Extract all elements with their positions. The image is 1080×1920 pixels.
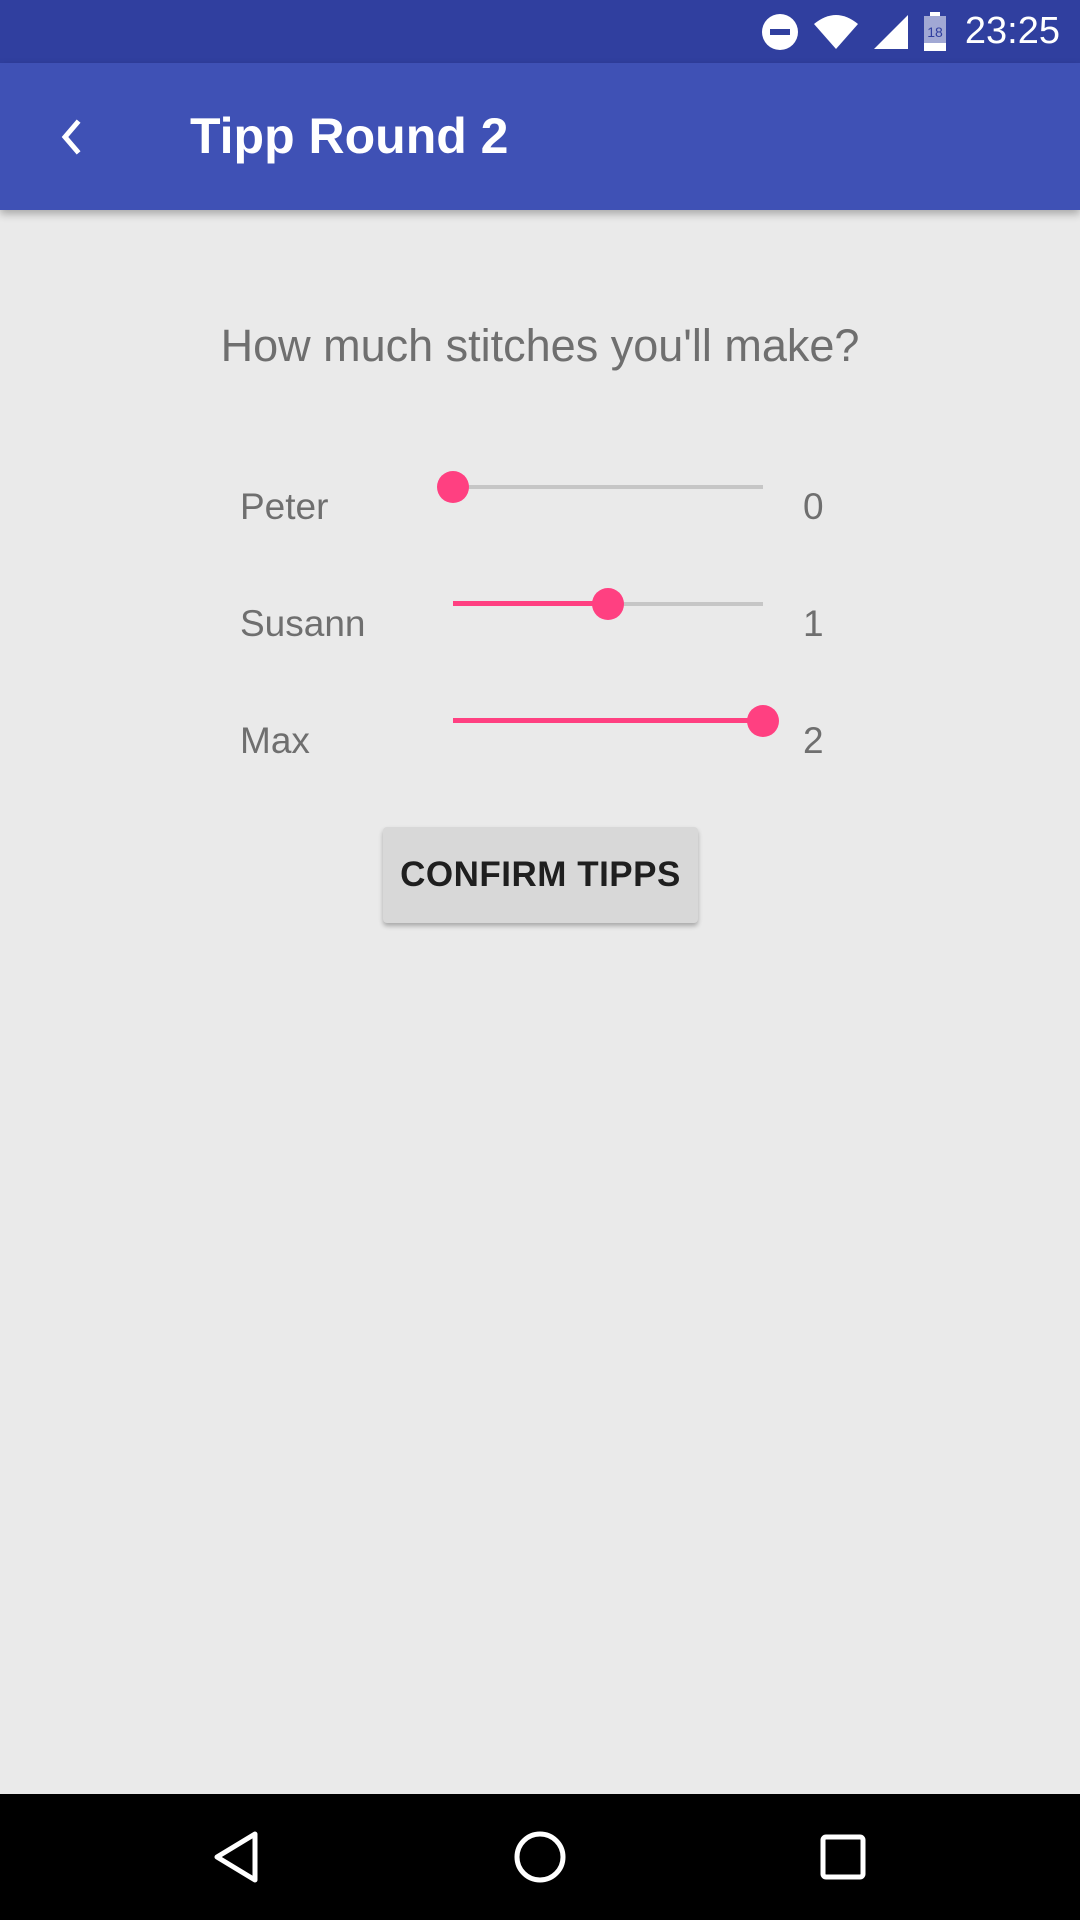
player-row-max: Max 2 <box>0 702 1080 782</box>
status-bar: 18 23:25 <box>0 0 1080 63</box>
recents-square-icon <box>820 1834 866 1880</box>
nav-recents-button[interactable] <box>808 1822 878 1892</box>
status-icons: 18 23:25 <box>761 0 1060 63</box>
slider-fill <box>453 601 608 606</box>
home-circle-icon <box>514 1831 566 1883</box>
slider-thumb[interactable] <box>592 588 624 620</box>
page-title: Tipp Round 2 <box>190 108 509 164</box>
tipp-slider-susann[interactable] <box>453 585 763 625</box>
wifi-icon <box>813 14 858 49</box>
tipp-slider-max[interactable] <box>453 702 779 742</box>
player-name: Susann <box>240 603 366 644</box>
navigation-bar <box>0 1794 1080 1920</box>
tipp-slider-peter[interactable] <box>437 468 763 508</box>
nav-home-button[interactable] <box>505 1822 575 1892</box>
status-time: 23:25 <box>964 10 1060 52</box>
player-row-peter: Peter 0 <box>0 468 1080 548</box>
slider-track <box>453 485 763 489</box>
battery-icon: 18 <box>923 11 946 51</box>
player-value: 0 <box>803 486 824 527</box>
player-row-susann: Susann 1 <box>0 585 1080 665</box>
slider-fill <box>453 718 763 723</box>
confirm-tipps-button[interactable]: CONFIRM TIPPS <box>383 827 698 923</box>
cell-signal-icon <box>873 14 908 49</box>
player-name: Peter <box>240 486 329 527</box>
do-not-disturb-icon <box>761 13 798 50</box>
back-button[interactable] <box>40 105 104 169</box>
nav-back-button[interactable] <box>201 1822 271 1892</box>
back-chevron-icon <box>61 119 81 155</box>
app-bar: Tipp Round 2 <box>0 63 1080 210</box>
back-triangle-icon <box>214 1831 258 1883</box>
player-value: 2 <box>803 720 824 761</box>
main-content: How much stitches you'll make? Peter 0 S… <box>0 210 1080 1794</box>
battery-level-text: 18 <box>927 24 943 40</box>
slider-thumb[interactable] <box>437 471 469 503</box>
question-text: How much stitches you'll make? <box>220 320 860 371</box>
player-name: Max <box>240 720 310 761</box>
player-value: 1 <box>803 603 824 644</box>
slider-thumb[interactable] <box>747 705 779 737</box>
